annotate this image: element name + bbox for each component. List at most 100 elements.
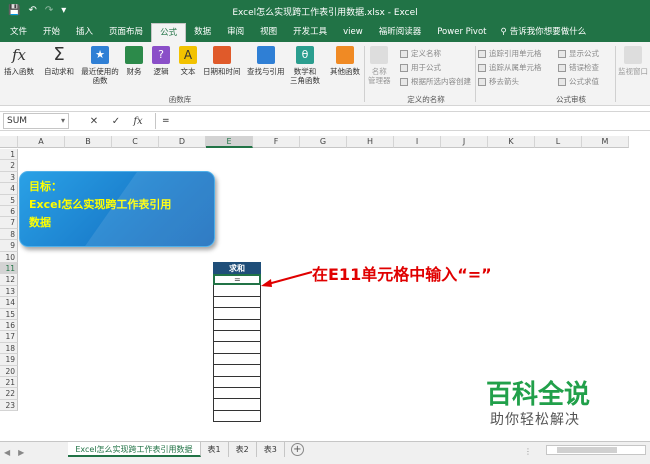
trace-precedents-button[interactable]: 追踪引用单元格: [478, 48, 542, 59]
column-header[interactable]: L: [535, 136, 582, 148]
recent-functions-button[interactable]: ★ 最近使用的 函数: [80, 46, 120, 85]
tab-file[interactable]: 文件: [2, 23, 35, 42]
row-header[interactable]: 1: [0, 149, 18, 161]
row-header[interactable]: 14: [0, 297, 18, 309]
use-in-formula-button[interactable]: 用于公式: [400, 62, 441, 73]
table-cell[interactable]: [213, 387, 261, 400]
table-cell[interactable]: [213, 410, 261, 423]
sheet-nav-next-icon[interactable]: ▶: [14, 442, 28, 463]
select-all-corner[interactable]: [0, 136, 18, 148]
row-header[interactable]: 8: [0, 228, 18, 241]
datetime-button[interactable]: 日期和时间: [203, 46, 241, 76]
tab-foxit[interactable]: 福昕阅读器: [371, 23, 430, 42]
row-header[interactable]: 10: [0, 251, 18, 263]
column-header[interactable]: A: [18, 136, 65, 148]
row-header[interactable]: 11: [0, 263, 18, 275]
tab-review[interactable]: 审阅: [219, 23, 252, 42]
column-header[interactable]: D: [159, 136, 206, 148]
row-header[interactable]: 7: [0, 217, 18, 229]
tab-formulas[interactable]: 公式: [151, 23, 187, 42]
column-header[interactable]: C: [112, 136, 159, 148]
table-cell[interactable]: [213, 285, 261, 297]
evaluate-formula-button[interactable]: 公式求值: [558, 76, 599, 87]
autosum-button[interactable]: Σ 自动求和: [44, 46, 74, 77]
undo-icon[interactable]: ↶: [28, 5, 36, 16]
lookup-button[interactable]: 查找与引用: [247, 46, 285, 76]
sum-table-header[interactable]: 求和: [213, 262, 261, 274]
active-cell-e11[interactable]: =: [213, 274, 261, 286]
tab-view[interactable]: 视图: [252, 23, 285, 42]
row-header[interactable]: 23: [0, 399, 18, 412]
tab-power-pivot[interactable]: Power Pivot: [429, 23, 494, 42]
table-cell[interactable]: [213, 353, 261, 366]
column-header[interactable]: B: [65, 136, 112, 148]
column-header[interactable]: K: [488, 136, 535, 148]
row-header[interactable]: 6: [0, 206, 18, 218]
table-cell[interactable]: [213, 399, 261, 411]
watch-window-button[interactable]: 监视窗口: [618, 46, 648, 76]
text-button[interactable]: A 文本: [179, 46, 197, 76]
row-header[interactable]: 9: [0, 240, 18, 252]
tell-me-box[interactable]: ⚲ 告诉我你想要做什么: [495, 23, 593, 42]
cancel-icon[interactable]: ✕: [83, 116, 105, 127]
trace-dependents-button[interactable]: 追踪从属单元格: [478, 62, 542, 73]
table-cell[interactable]: [213, 319, 261, 331]
tab-home[interactable]: 开始: [35, 23, 68, 42]
tab-insert[interactable]: 插入: [68, 23, 101, 42]
tab-split-handle[interactable]: ⋮: [524, 447, 532, 456]
sheet-tab-2[interactable]: 表2: [229, 442, 257, 457]
sheet-tab-3[interactable]: 表3: [257, 442, 285, 457]
sheet-nav-prev-icon[interactable]: ◀: [0, 442, 14, 463]
create-from-selection-button[interactable]: 根据所选内容创建: [400, 76, 471, 87]
row-header[interactable]: 13: [0, 285, 18, 298]
column-header[interactable]: E: [206, 136, 253, 148]
insert-function-button[interactable]: fx 插入函数: [4, 46, 34, 76]
math-button[interactable]: θ 数学和 三角函数: [290, 46, 320, 85]
row-header[interactable]: 21: [0, 377, 18, 389]
row-header[interactable]: 2: [0, 160, 18, 172]
customize-icon[interactable]: ▾: [61, 5, 66, 16]
table-cell[interactable]: [213, 376, 261, 388]
tab-view-en[interactable]: view: [335, 23, 371, 42]
enter-icon[interactable]: ✓: [105, 116, 127, 127]
more-functions-button[interactable]: 其他函数: [330, 46, 360, 76]
row-header[interactable]: 5: [0, 194, 18, 206]
column-header[interactable]: G: [300, 136, 347, 148]
row-header[interactable]: 3: [0, 171, 18, 184]
row-header[interactable]: 4: [0, 183, 18, 195]
column-header[interactable]: H: [347, 136, 394, 148]
add-sheet-button[interactable]: +: [290, 443, 304, 456]
sheet-tab-1[interactable]: 表1: [201, 442, 229, 457]
show-formulas-button[interactable]: 显示公式: [558, 48, 599, 59]
redo-icon[interactable]: ↷: [45, 5, 53, 16]
table-cell[interactable]: [213, 365, 261, 377]
row-header[interactable]: 12: [0, 274, 18, 286]
column-header[interactable]: M: [582, 136, 629, 148]
tab-page-layout[interactable]: 页面布局: [101, 23, 151, 42]
error-checking-button[interactable]: 错误检查: [558, 62, 599, 73]
save-icon[interactable]: 💾: [8, 5, 20, 16]
row-header[interactable]: 17: [0, 331, 18, 343]
name-box[interactable]: SUM: [3, 113, 69, 129]
row-header[interactable]: 16: [0, 320, 18, 332]
row-header[interactable]: 18: [0, 342, 18, 355]
table-cell[interactable]: [213, 308, 261, 320]
scroll-thumb[interactable]: [557, 447, 617, 453]
name-manager-button[interactable]: 名称 管理器: [368, 46, 391, 85]
remove-arrows-button[interactable]: 移去箭头: [478, 76, 519, 87]
table-cell[interactable]: [213, 296, 261, 309]
column-header[interactable]: F: [253, 136, 300, 148]
row-header[interactable]: 19: [0, 354, 18, 366]
define-name-button[interactable]: 定义名称: [400, 48, 441, 59]
row-header[interactable]: 15: [0, 308, 18, 320]
row-header[interactable]: 20: [0, 365, 18, 377]
horizontal-scrollbar[interactable]: [546, 445, 646, 455]
column-header[interactable]: J: [441, 136, 488, 148]
logical-button[interactable]: ? 逻辑: [152, 46, 170, 76]
formula-input[interactable]: =: [155, 113, 650, 129]
column-header[interactable]: I: [394, 136, 441, 148]
table-cell[interactable]: [213, 342, 261, 354]
tab-developer[interactable]: 开发工具: [285, 23, 335, 42]
insert-function-icon[interactable]: fx: [127, 116, 149, 127]
financial-button[interactable]: 财务: [125, 46, 143, 76]
